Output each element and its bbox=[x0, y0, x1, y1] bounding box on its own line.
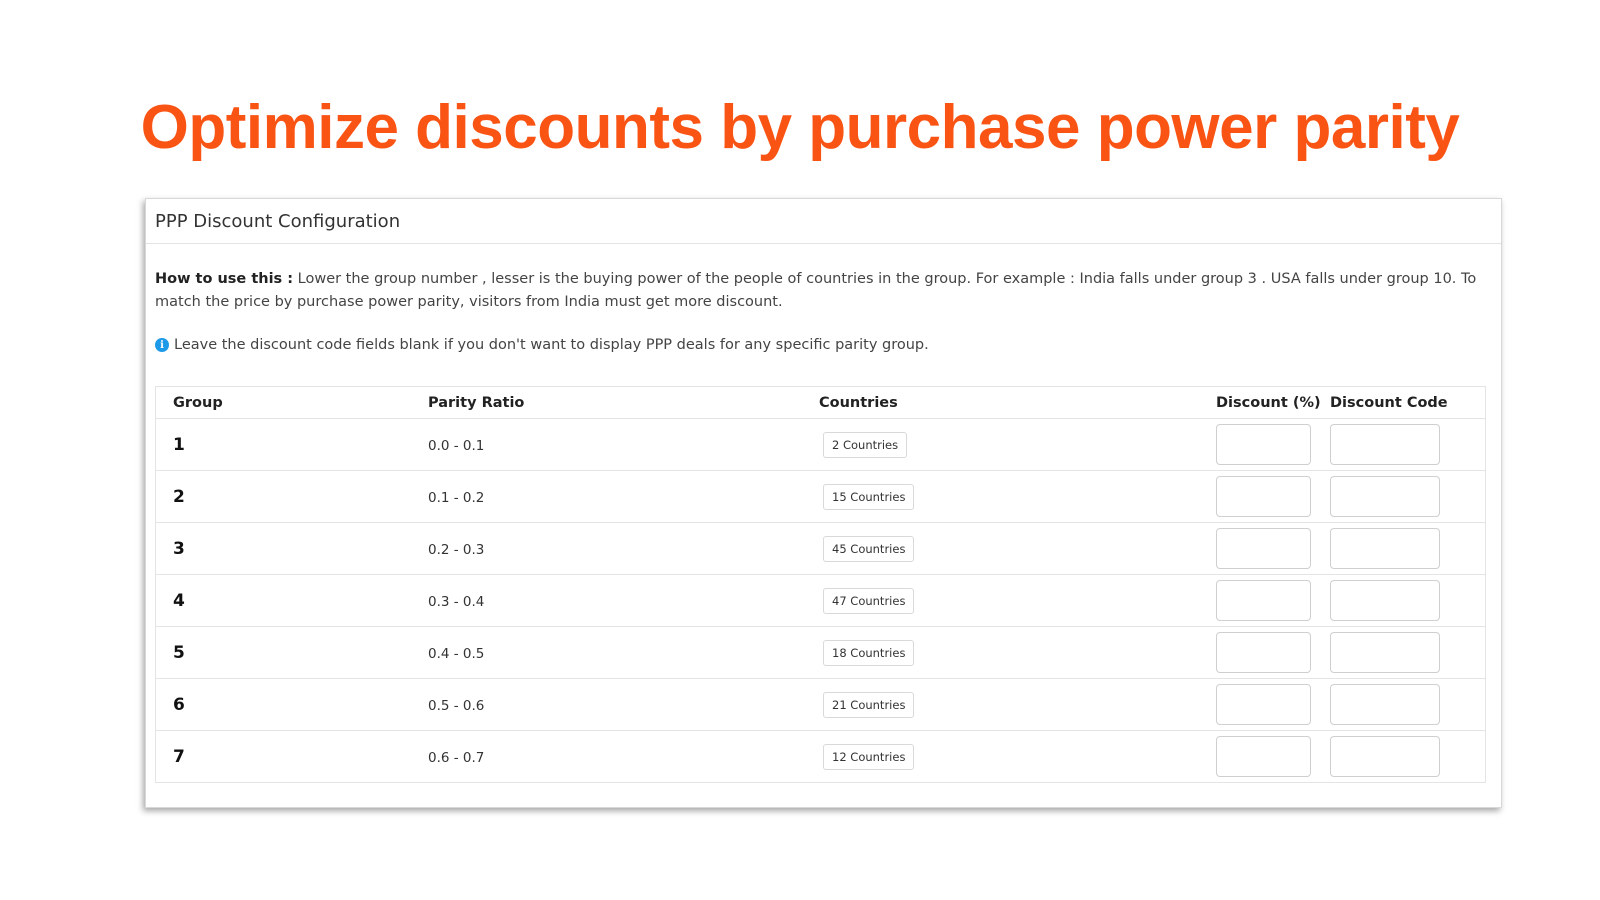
panel-body: How to use this : Lower the group number… bbox=[146, 244, 1501, 783]
countries-button[interactable]: 15 Countries bbox=[823, 483, 915, 510]
parity-ratio: 0.5 - 0.6 bbox=[428, 698, 485, 714]
page-headline: Optimize discounts by purchase power par… bbox=[140, 93, 1460, 162]
table-row: 7 0.6 - 0.7 12 Countries bbox=[156, 730, 1485, 783]
header-group: Group bbox=[156, 387, 428, 419]
discount-code-input[interactable] bbox=[1330, 528, 1440, 569]
countries-button[interactable]: 2 Countries bbox=[823, 431, 908, 458]
howto-label: How to use this : bbox=[155, 271, 294, 287]
discount-code-input[interactable] bbox=[1330, 424, 1440, 465]
discount-percent-input[interactable] bbox=[1216, 528, 1311, 569]
discount-percent-input[interactable] bbox=[1216, 684, 1311, 725]
table-row: 5 0.4 - 0.5 18 Countries bbox=[156, 626, 1485, 679]
discount-code-input[interactable] bbox=[1330, 580, 1440, 621]
parity-ratio: 0.4 - 0.5 bbox=[428, 646, 485, 662]
group-number: 1 bbox=[173, 434, 185, 455]
discount-code-input[interactable] bbox=[1330, 736, 1440, 777]
group-number: 5 bbox=[173, 642, 185, 663]
parity-ratio: 0.2 - 0.3 bbox=[428, 542, 485, 558]
howto-paragraph: How to use this : Lower the group number… bbox=[155, 268, 1492, 314]
ppp-table: Group Parity Ratio Countries Discount (%… bbox=[155, 386, 1486, 783]
group-number: 4 bbox=[173, 590, 185, 611]
group-number: 7 bbox=[173, 746, 185, 767]
countries-button[interactable]: 47 Countries bbox=[823, 587, 915, 614]
discount-percent-input[interactable] bbox=[1216, 736, 1311, 777]
discount-percent-input[interactable] bbox=[1216, 632, 1311, 673]
info-icon: i bbox=[155, 338, 169, 352]
discount-code-input[interactable] bbox=[1330, 632, 1440, 673]
howto-text: Lower the group number , lesser is the b… bbox=[155, 271, 1477, 310]
group-number: 2 bbox=[173, 486, 185, 507]
discount-code-input[interactable] bbox=[1330, 684, 1440, 725]
table-row: 1 0.0 - 0.1 2 Countries bbox=[156, 418, 1485, 471]
panel-title: PPP Discount Configuration bbox=[146, 199, 1501, 244]
table-row: 6 0.5 - 0.6 21 Countries bbox=[156, 678, 1485, 731]
table-row: 2 0.1 - 0.2 15 Countries bbox=[156, 470, 1485, 523]
parity-ratio: 0.1 - 0.2 bbox=[428, 490, 485, 506]
countries-button[interactable]: 12 Countries bbox=[823, 743, 915, 770]
parity-ratio: 0.6 - 0.7 bbox=[428, 750, 485, 766]
group-number: 3 bbox=[173, 538, 185, 559]
table-row: 4 0.3 - 0.4 47 Countries bbox=[156, 574, 1485, 627]
discount-percent-input[interactable] bbox=[1216, 424, 1311, 465]
discount-percent-input[interactable] bbox=[1216, 580, 1311, 621]
countries-button[interactable]: 21 Countries bbox=[823, 691, 915, 718]
discount-code-input[interactable] bbox=[1330, 476, 1440, 517]
table-header-row: Group Parity Ratio Countries Discount (%… bbox=[156, 387, 1485, 419]
header-parity-ratio: Parity Ratio bbox=[428, 387, 819, 419]
parity-ratio: 0.3 - 0.4 bbox=[428, 594, 485, 610]
ppp-config-panel: PPP Discount Configuration How to use th… bbox=[145, 198, 1502, 808]
group-number: 6 bbox=[173, 694, 185, 715]
header-discount: Discount (%) bbox=[1216, 387, 1330, 419]
countries-button[interactable]: 45 Countries bbox=[823, 535, 915, 562]
info-note: i Leave the discount code fields blank i… bbox=[155, 337, 1492, 353]
countries-button[interactable]: 18 Countries bbox=[823, 639, 915, 666]
info-text: Leave the discount code fields blank if … bbox=[174, 337, 929, 353]
discount-percent-input[interactable] bbox=[1216, 476, 1311, 517]
header-discount-code: Discount Code bbox=[1330, 387, 1485, 419]
table-row: 3 0.2 - 0.3 45 Countries bbox=[156, 522, 1485, 575]
parity-ratio: 0.0 - 0.1 bbox=[428, 438, 485, 454]
header-countries: Countries bbox=[819, 387, 1216, 419]
